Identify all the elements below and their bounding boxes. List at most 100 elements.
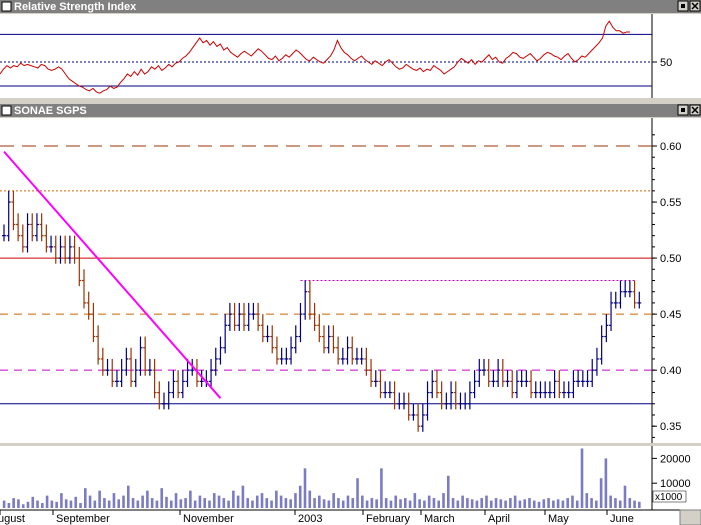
volume-bar — [446, 475, 450, 508]
volume-bar — [12, 498, 15, 508]
volume-bar — [74, 496, 78, 508]
volume-bar — [633, 500, 636, 508]
volume-bar — [504, 500, 507, 508]
volume-bar — [427, 495, 431, 508]
price-tick-label: 0.35 — [660, 421, 681, 433]
price-panel: SONAE SGPS 0.60 0.55 0.50 0.45 0.40 0.35 — [0, 104, 701, 443]
volume-tick-label: 20000 — [660, 453, 691, 465]
volume-bar — [518, 500, 522, 508]
volume-bar — [509, 498, 512, 508]
volume-bar — [375, 499, 378, 508]
volume-bar — [93, 500, 97, 508]
price-tick-label: 0.45 — [660, 309, 681, 321]
volume-bar — [561, 500, 565, 508]
volume-bar — [227, 500, 230, 508]
volume-bar — [260, 493, 264, 508]
volume-multiplier-label: x1000 — [655, 492, 683, 503]
volume-bar — [389, 500, 393, 508]
volume-bar — [122, 495, 125, 508]
volume-bar — [423, 500, 426, 508]
volume-bar — [203, 498, 206, 508]
rsi-axis-area — [652, 14, 701, 98]
volume-bar — [88, 495, 92, 508]
volume-bar — [346, 495, 350, 508]
volume-bar — [432, 498, 436, 508]
volume-bar — [408, 500, 412, 508]
volume-bar — [361, 495, 364, 508]
volume-bar — [279, 495, 283, 508]
volume-bar — [513, 495, 517, 508]
x-month-label: 2003 — [298, 513, 322, 525]
volume-bar — [2, 500, 6, 508]
volume-bar — [380, 468, 383, 508]
rsi-title: Relative Strength Index — [14, 1, 137, 13]
volume-bar — [418, 499, 421, 508]
volume-bar — [141, 495, 144, 508]
volume-bar — [265, 498, 269, 508]
volume-bar — [595, 500, 598, 508]
volume-bar — [255, 495, 259, 508]
volume-panel: 20000 10000 x1000 — [0, 446, 701, 510]
volume-bar — [332, 493, 335, 508]
volume-bar — [160, 488, 164, 508]
volume-bar — [21, 504, 25, 508]
volume-bar — [623, 485, 627, 508]
volume-bar — [313, 498, 316, 508]
volume-plot-area — [0, 446, 652, 510]
volume-bar — [394, 495, 398, 508]
volume-bar — [437, 500, 441, 508]
volume-bar — [69, 500, 73, 508]
volume-bar — [174, 493, 178, 508]
volume-bar — [165, 496, 168, 508]
volume-bar — [308, 490, 312, 508]
volume-bar — [547, 498, 550, 508]
price-tick-label: 0.60 — [660, 141, 681, 153]
rsi-panel-icon — [1, 1, 12, 12]
volume-bar — [451, 498, 455, 508]
volume-bar — [523, 499, 526, 508]
rsi-panel: Relative Strength Index 50 — [0, 0, 701, 98]
volume-bar — [399, 499, 402, 508]
volume-bar — [251, 500, 254, 508]
volume-bar — [184, 498, 187, 508]
volume-bar — [217, 495, 221, 508]
volume-bar — [275, 490, 278, 508]
volume-bar — [485, 495, 488, 508]
volume-bar — [341, 500, 345, 508]
volume-bar — [169, 500, 173, 508]
volume-bar — [337, 498, 340, 508]
x-axis: ugust September November 2003 February March A… — [0, 509, 701, 525]
volume-bar — [179, 499, 183, 508]
chart-canvas: Relative Strength Index 50 SONAE SGPS 0.… — [0, 0, 701, 525]
volume-bar — [303, 468, 307, 508]
x-month-label: February — [366, 513, 411, 525]
volume-bar — [136, 500, 140, 508]
price-tick-label: 0.55 — [660, 197, 681, 209]
volume-bar — [456, 500, 460, 508]
x-month-label: April — [488, 513, 510, 525]
volume-bar — [466, 498, 469, 508]
price-axis-area — [652, 118, 701, 443]
volume-bar — [413, 493, 417, 508]
volume-bar — [126, 485, 130, 508]
volume-bar — [327, 500, 331, 508]
x-month-label: March — [424, 513, 455, 525]
volume-bar — [604, 458, 608, 508]
volume-bar — [193, 500, 197, 508]
volume-bar — [289, 499, 292, 508]
volume-bar — [571, 495, 574, 508]
scroll-corner[interactable] — [679, 509, 701, 525]
volume-bar — [36, 500, 39, 508]
volume-bar — [599, 478, 603, 508]
volume-bar — [212, 493, 216, 508]
volume-bar — [31, 496, 35, 508]
price-titlebar — [0, 104, 701, 117]
volume-bar — [628, 498, 632, 508]
price-panel-icon — [1, 105, 12, 116]
price-minimize-icon — [681, 108, 685, 112]
volume-bar — [98, 490, 101, 508]
volume-bar — [322, 499, 326, 508]
volume-tick-label: 10000 — [660, 478, 691, 490]
volume-bar — [532, 500, 536, 508]
volume-bar — [107, 500, 111, 508]
